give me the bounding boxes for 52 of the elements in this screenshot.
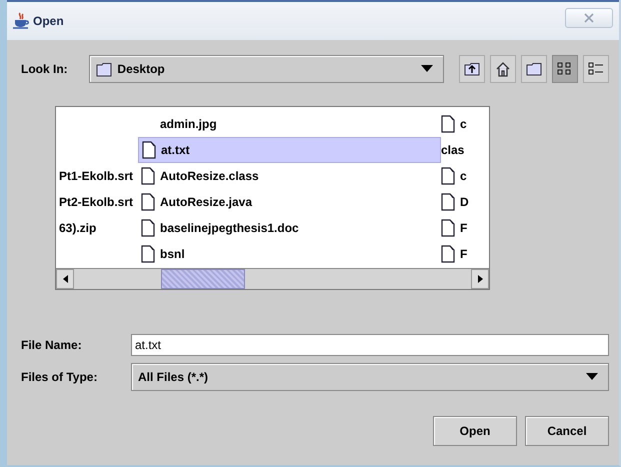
file-icon xyxy=(441,115,455,133)
file-icon xyxy=(441,167,455,185)
file-item[interactable]: bsnl xyxy=(138,241,441,267)
new-folder-button[interactable] xyxy=(521,55,547,83)
file-type-label: Files of Type: xyxy=(21,370,98,384)
look-in-dropdown[interactable]: Desktop xyxy=(89,55,444,83)
folder-icon xyxy=(96,62,114,76)
folder-up-arrow-icon xyxy=(464,62,480,76)
left-arrow-icon xyxy=(62,275,68,283)
file-item[interactable]: Pt1-Ekolb.srt xyxy=(56,163,141,189)
look-in-label: Look In: xyxy=(21,62,69,76)
home-button[interactable] xyxy=(490,55,516,83)
details-view-button[interactable] xyxy=(583,55,609,83)
file-icon xyxy=(141,245,155,263)
file-icon xyxy=(141,193,155,211)
file-icon xyxy=(141,167,155,185)
home-icon xyxy=(495,61,511,77)
right-arrow-icon xyxy=(478,275,482,283)
file-item[interactable]: F xyxy=(441,215,489,241)
file-icon xyxy=(142,141,156,159)
file-name-field[interactable]: at.txt xyxy=(131,334,609,356)
file-item[interactable]: admin.jpg xyxy=(138,111,441,137)
open-button[interactable]: Open xyxy=(433,416,517,446)
details-view-icon xyxy=(588,62,604,76)
close-icon xyxy=(583,13,595,23)
file-item[interactable]: F xyxy=(441,241,489,267)
window-title: Open xyxy=(33,14,65,28)
file-item[interactable]: baselinejpegthesis1.doc xyxy=(138,215,441,241)
file-item[interactable]: c xyxy=(441,111,489,137)
list-view-button[interactable] xyxy=(552,55,578,83)
folder-icon xyxy=(526,62,542,76)
coffee-cup-icon xyxy=(12,12,30,30)
file-icon xyxy=(441,193,455,211)
file-item[interactable]: D xyxy=(441,189,489,215)
file-item[interactable]: 63).zip xyxy=(56,215,141,241)
cancel-button[interactable]: Cancel xyxy=(525,416,609,446)
list-view-icon xyxy=(557,62,573,76)
file-name-label: File Name: xyxy=(21,338,83,352)
up-folder-button[interactable] xyxy=(459,55,485,83)
caret-icon xyxy=(421,65,433,73)
file-item[interactable]: AutoResize.class xyxy=(138,163,441,189)
file-item[interactable]: clas xyxy=(441,137,489,163)
file-icon xyxy=(441,245,455,263)
file-item[interactable]: at.txt xyxy=(138,137,441,163)
file-item[interactable]: c xyxy=(441,163,489,189)
file-type-dropdown[interactable]: All Files (*.*) xyxy=(131,363,609,391)
file-item[interactable]: Pt2-Ekolb.srt xyxy=(56,189,141,215)
horizontal-scrollbar[interactable] xyxy=(56,268,489,289)
file-item[interactable]: AutoResize.java xyxy=(138,189,441,215)
caret-icon xyxy=(586,373,598,381)
file-icon xyxy=(441,219,455,237)
file-icon xyxy=(141,219,155,237)
